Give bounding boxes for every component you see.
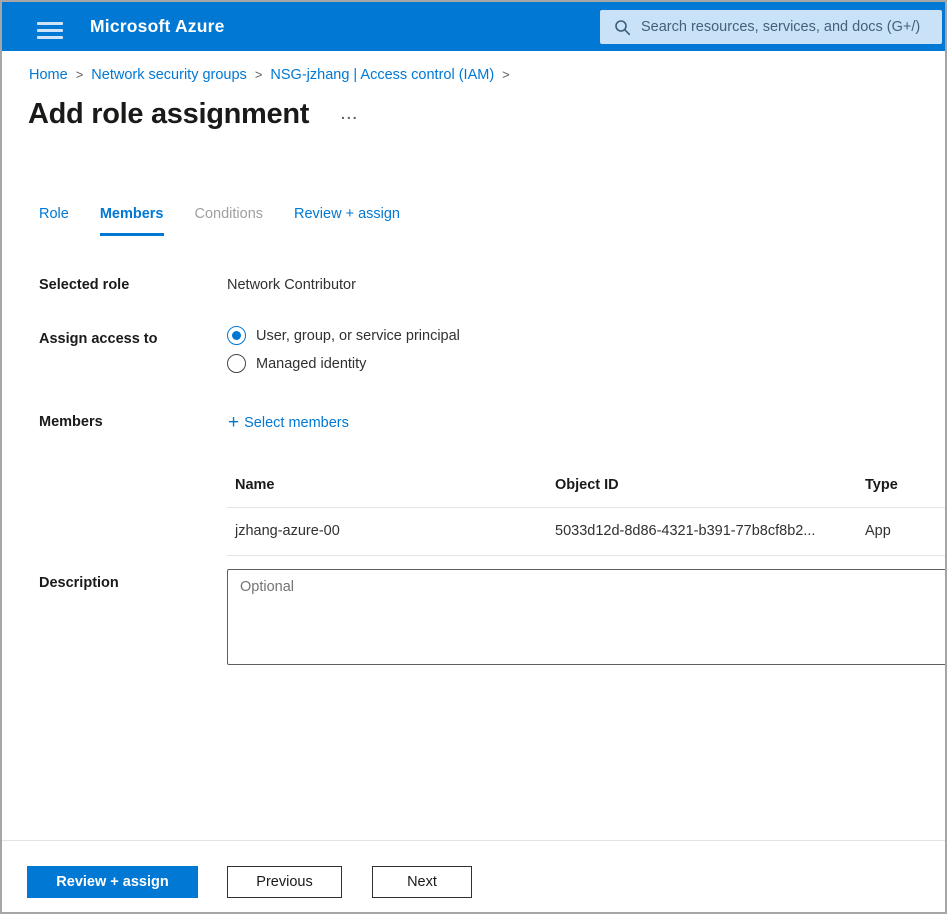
tab-members[interactable]: Members <box>100 206 164 236</box>
member-type-cell: App <box>857 508 947 556</box>
select-members-label: Select members <box>244 415 349 431</box>
breadcrumb: Home > Network security groups > NSG-jzhang … <box>29 67 518 83</box>
members-table: Name Object ID Type jzhang-azure-00 5033… <box>227 464 947 556</box>
previous-button[interactable]: Previous <box>227 866 342 898</box>
global-search[interactable] <box>600 10 942 44</box>
tab-conditions[interactable]: Conditions <box>195 206 264 236</box>
column-header-type: Type <box>857 464 947 508</box>
brand-title[interactable]: Microsoft Azure <box>90 16 225 37</box>
search-icon <box>614 19 631 36</box>
radio-label: User, group, or service principal <box>256 328 460 344</box>
page-title: Add role assignment <box>28 98 309 131</box>
column-header-name: Name <box>227 464 547 508</box>
description-textarea[interactable] <box>227 569 947 665</box>
radio-user-group-service-principal[interactable]: User, group, or service principal <box>227 326 460 345</box>
column-header-object-id: Object ID <box>547 464 857 508</box>
menu-button[interactable] <box>35 16 65 45</box>
breadcrumb-network-security-groups[interactable]: Network security groups <box>91 67 247 83</box>
radio-unselected-icon <box>227 354 246 373</box>
hamburger-icon <box>37 22 63 39</box>
breadcrumb-separator: > <box>76 67 84 82</box>
description-label: Description <box>39 575 119 591</box>
selected-role-label: Selected role <box>39 277 129 293</box>
breadcrumb-separator: > <box>502 67 510 82</box>
members-label: Members <box>39 414 103 430</box>
member-name-cell: jzhang-azure-00 <box>227 508 547 556</box>
more-actions-ellipsis-icon[interactable]: ... <box>341 106 359 122</box>
assign-access-to-label: Assign access to <box>39 331 157 347</box>
radio-label: Managed identity <box>256 356 366 372</box>
azure-portal-window: Microsoft Azure Home > Network security gr… <box>0 0 947 914</box>
member-object-id-cell: 5033d12d-8d86-4321-b391-77b8cf8b2... <box>547 508 857 556</box>
select-members-link[interactable]: + Select members <box>228 412 349 434</box>
table-row[interactable]: jzhang-azure-00 5033d12d-8d86-4321-b391-… <box>227 508 947 556</box>
tab-bar: Role Members Conditions Review + assign <box>39 206 400 236</box>
radio-dot <box>232 331 241 340</box>
plus-icon: + <box>228 412 239 433</box>
assign-access-radio-group: User, group, or service principal Manage… <box>227 326 460 382</box>
breadcrumb-nsg-access-control[interactable]: NSG-jzhang | Access control (IAM) <box>270 67 494 83</box>
breadcrumb-home[interactable]: Home <box>29 67 68 83</box>
radio-managed-identity[interactable]: Managed identity <box>227 354 460 373</box>
next-button[interactable]: Next <box>372 866 472 898</box>
top-bar: Microsoft Azure <box>2 2 945 51</box>
radio-selected-icon <box>227 326 246 345</box>
tab-role[interactable]: Role <box>39 206 69 236</box>
tab-review-assign[interactable]: Review + assign <box>294 206 400 236</box>
review-assign-button[interactable]: Review + assign <box>27 866 198 898</box>
breadcrumb-separator: > <box>255 67 263 82</box>
selected-role-value: Network Contributor <box>227 277 356 293</box>
footer-divider <box>2 840 945 841</box>
table-header-row: Name Object ID Type <box>227 464 947 508</box>
search-input[interactable] <box>641 19 936 35</box>
